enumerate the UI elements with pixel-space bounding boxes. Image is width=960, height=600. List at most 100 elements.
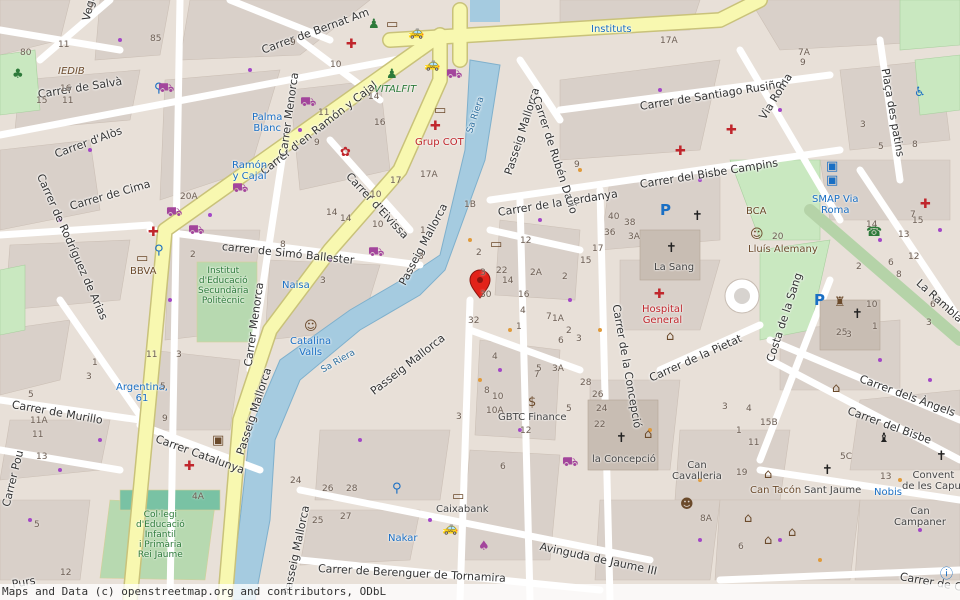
place-label[interactable]: Caixabank [436, 504, 489, 515]
hospital-icon[interactable]: ✚ [726, 124, 737, 137]
place-label[interactable]: Ramón y Cajal [232, 160, 267, 182]
place-label[interactable]: Nakar [388, 533, 417, 544]
viewpoint-icon[interactable]: ▣ [212, 434, 224, 447]
shop-icon[interactable]: ⛟ [562, 456, 578, 469]
place-label[interactable]: Can Tacón [750, 485, 801, 496]
pharmacy-icon[interactable]: ✚ [920, 198, 931, 211]
museum-icon[interactable]: ⌂ [744, 512, 752, 525]
bicycle-icon[interactable]: ⚲ [154, 244, 164, 257]
church-icon[interactable]: ✝ [692, 210, 703, 223]
place-of-worship-icon[interactable]: ♝ [878, 432, 890, 445]
bus-stop-icon[interactable]: ▣ [826, 174, 838, 187]
bank-icon[interactable]: ▭ [386, 18, 398, 31]
shop-icon[interactable]: ⛟ [232, 182, 248, 195]
fitness-icon[interactable]: ♟ [368, 18, 380, 31]
shop-icon[interactable]: ⛟ [368, 246, 384, 259]
house-number: 12 [520, 426, 532, 436]
place-label[interactable]: BCA [746, 206, 767, 217]
parking-icon[interactable]: P [814, 293, 825, 308]
parking-icon[interactable]: P [660, 203, 671, 218]
bank-icon[interactable]: ▭ [490, 238, 502, 251]
house-number: 6 [558, 336, 564, 346]
church-icon[interactable]: ✝ [666, 242, 677, 255]
place-label[interactable]: Institut d'Educació Secundària Politècni… [198, 266, 249, 306]
place-label[interactable]: Convent de les Caput [902, 470, 960, 492]
bank-icon[interactable]: ▭ [452, 490, 464, 503]
place-label[interactable]: Col·legi d'Educació Infantil i Primària … [136, 510, 185, 560]
place-label[interactable]: Palma Blanc [252, 112, 282, 134]
place-label[interactable]: Can Campaner [894, 506, 946, 528]
theatre-icon[interactable]: ☺ [750, 228, 764, 241]
pharmacy-icon[interactable]: ✚ [346, 38, 357, 51]
house-number: 38 [624, 218, 636, 228]
place-label[interactable]: Grup COT [415, 137, 464, 148]
museum-icon[interactable]: ⌂ [788, 526, 796, 539]
museum-icon[interactable]: ⌂ [764, 468, 772, 481]
house-number: 13 [36, 452, 48, 462]
house-number: 10 [492, 392, 504, 402]
place-label[interactable]: IEDIB [58, 66, 85, 77]
bicycle-icon[interactable]: ⚲ [392, 482, 402, 495]
place-label[interactable]: Can Cavalleria [672, 460, 722, 482]
place-label[interactable]: Lluís Alemany [748, 244, 818, 255]
place-label[interactable]: GBTC Finance [498, 412, 567, 423]
place-label[interactable]: Naisa [282, 280, 310, 291]
place-label[interactable]: Hospital General [642, 304, 683, 326]
church-icon[interactable]: ✝ [936, 450, 947, 463]
medical-icon[interactable]: ✚ [430, 120, 441, 133]
pharmacy-icon[interactable]: ✚ [148, 226, 159, 239]
shop-icon[interactable]: ⛟ [188, 224, 204, 237]
church-icon[interactable]: ✝ [822, 464, 833, 477]
hospital-icon[interactable]: ✚ [654, 288, 665, 301]
bank-icon[interactable]: ▭ [136, 252, 148, 265]
museum-icon[interactable]: ⌂ [644, 428, 652, 441]
playground-icon[interactable]: ♣ [12, 68, 24, 81]
bank-icon[interactable]: ▭ [434, 104, 446, 117]
house-number: 3 [480, 268, 486, 278]
place-label[interactable]: Sant Jaume [804, 485, 861, 496]
money-icon[interactable]: $ [528, 396, 536, 409]
place-label[interactable]: BBVA [130, 266, 156, 277]
place-label[interactable]: SMAP Via Roma [812, 194, 859, 216]
house-number: 24 [290, 476, 302, 486]
house-number: 9 [290, 38, 296, 48]
info-icon[interactable]: ⓘ [940, 568, 953, 581]
place-label[interactable]: Instituts [591, 24, 632, 35]
museum-icon[interactable]: ⌂ [666, 330, 674, 343]
fitness-icon[interactable]: ♟ [386, 68, 398, 81]
shop-icon[interactable]: ♠ [478, 540, 490, 553]
shop-icon[interactable]: ⛟ [166, 206, 182, 219]
taxi-icon[interactable]: 🚕 [424, 58, 440, 71]
house-number: 3 [722, 402, 728, 412]
taxi-icon[interactable]: 🚕 [442, 522, 458, 535]
monument-icon[interactable]: ♜ [834, 296, 846, 309]
place-label[interactable]: VITALFIT [374, 84, 416, 95]
art-icon[interactable]: ☻ [680, 498, 694, 511]
map-view[interactable]: Carrer de Salvà Carrer de Bernat Am Carr… [0, 0, 960, 600]
place-label[interactable]: Catalina Valls [290, 336, 331, 358]
bus-stop-icon[interactable]: ▣ [826, 160, 838, 173]
doctor-icon[interactable]: ✚ [675, 145, 686, 158]
paw-icon[interactable]: ✿ [340, 146, 351, 159]
church-icon[interactable]: ✝ [852, 308, 863, 321]
phone-icon[interactable]: ☎ [866, 226, 882, 239]
shop-icon[interactable]: ⛟ [446, 68, 462, 81]
place-label[interactable]: La Sang [654, 262, 694, 273]
place-label[interactable]: la Concepció [592, 454, 656, 465]
theatre-icon[interactable]: ☺ [304, 320, 318, 333]
toilets-icon[interactable]: ♿ [914, 86, 926, 99]
house-number: 40 [608, 212, 620, 222]
pharmacy-icon[interactable]: ✚ [184, 460, 195, 473]
taxi-icon[interactable]: 🚕 [408, 26, 424, 39]
house-number: 5 [34, 520, 40, 530]
museum-icon[interactable]: ⌂ [764, 534, 772, 547]
place-label[interactable]: Nobis [874, 487, 902, 498]
house-number: 6 [500, 462, 506, 472]
museum-icon[interactable]: ⌂ [832, 382, 840, 395]
house-number: 11 [318, 108, 330, 118]
shop-icon[interactable]: ⛟ [158, 82, 174, 95]
house-number: 3 [418, 252, 424, 262]
house-number: 8 [484, 386, 490, 396]
church-icon[interactable]: ✝ [616, 432, 627, 445]
shop-icon[interactable]: ⛟ [300, 96, 316, 109]
